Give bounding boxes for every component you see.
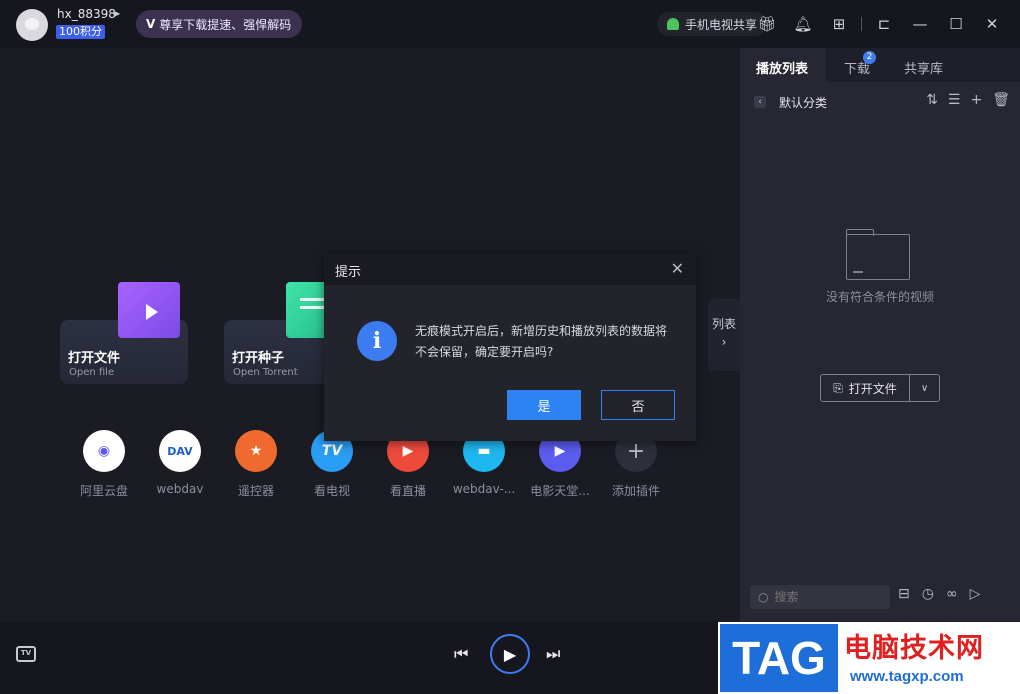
open-torrent-title: 打开种子 <box>232 351 285 366</box>
watermark-url: www.tagxp.com <box>850 668 964 685</box>
tab-shared-library[interactable]: 共享库 <box>904 58 943 77</box>
previous-icon[interactable]: ⏮ <box>454 644 468 664</box>
panel-bottom-toolbar: ⊟ ◷ ∞ ▷ <box>898 586 980 602</box>
close-icon[interactable]: ✕ <box>974 12 1010 36</box>
apps-grid-icon[interactable]: ⊞ <box>821 12 857 36</box>
empty-folder-icon <box>846 229 910 280</box>
maximize-icon[interactable]: ☐ <box>938 12 974 36</box>
plugin-label: 遥控器 <box>237 484 274 498</box>
open-file-title: 打开文件 <box>68 351 121 366</box>
incognito-icon[interactable]: ∞ <box>946 586 958 602</box>
empty-state-text: 没有符合条件的视频 <box>825 290 934 304</box>
tab-playlist[interactable]: 播放列表 <box>756 58 808 77</box>
plugin-label: 看直播 <box>389 484 426 498</box>
play-icon: ▶ <box>503 644 517 664</box>
close-icon[interactable]: ✕ <box>671 259 684 278</box>
trash-icon[interactable]: 🗑︎ <box>992 92 1010 108</box>
plugin-label: 电影天堂... <box>530 484 590 498</box>
sort-icon[interactable]: ⇅ <box>926 92 938 108</box>
vip-banner-text: 尊享下载提速、强悍解码 <box>159 17 292 32</box>
list-view-icon[interactable]: ☰ <box>948 92 961 108</box>
video-file-icon <box>118 282 180 338</box>
plugin-label: 添加插件 <box>611 484 660 498</box>
mini-mode-icon[interactable]: ⊏ <box>866 12 902 36</box>
toolbar-divider <box>861 17 862 31</box>
phone-tv-share-label: 手机电视共享 <box>685 17 758 32</box>
playlist-play-icon[interactable]: ▷ <box>970 586 981 602</box>
player-controls: TV ⏮ ▶ ⏭ <box>0 622 740 694</box>
watermark-logo: TAG <box>720 624 838 692</box>
open-file-main[interactable]: ⎘ 打开文件 <box>821 375 909 401</box>
plugin-label: 看电视 <box>313 484 350 498</box>
playlist-toggle-label: 列表 <box>711 317 736 331</box>
top-bar: hx_88398 ▶ 100积分 V 尊享下载提速、强悍解码 手机电视共享 🎁︎… <box>0 0 1020 48</box>
dialog-message: 无痕模式开启后，新增历史和播放列表的数据将不会保留，确定要开启吗? <box>415 324 668 359</box>
watermark: TAG 电脑技术网 www.tagxp.com <box>718 622 1020 694</box>
window-controls: 🎁︎ 🔔︎ ⊞ ⊏ — ☐ ✕ <box>749 12 1010 36</box>
vip-banner[interactable]: V 尊享下载提速、强悍解码 <box>136 10 302 38</box>
plugin-remote[interactable]: ★ 遥控器 <box>222 430 290 499</box>
next-icon[interactable]: ⏭ <box>546 644 560 664</box>
points-badge: 100积分 <box>56 25 105 39</box>
open-file-card[interactable]: 打开文件 Open file <box>60 282 188 384</box>
chevron-right-icon: › <box>721 335 727 349</box>
star-icon: ★ <box>235 430 277 472</box>
webdav-icon: DAV <box>159 430 201 472</box>
panel-tabs: 播放列表 下载 2 共享库 <box>740 48 1020 82</box>
open-file-subtitle: Open file <box>69 367 115 378</box>
plugin-label: 阿里云盘 <box>79 484 128 498</box>
user-menu-caret-icon[interactable]: ▶ <box>114 9 120 18</box>
dialog-header: 提示 ✕ <box>324 253 696 285</box>
aliyun-icon: ◉ <box>83 430 125 472</box>
info-icon: i <box>357 321 397 361</box>
download-count-badge: 2 <box>863 51 876 64</box>
bell-icon[interactable]: 🔔︎ <box>785 12 821 36</box>
playlist-toggle[interactable]: 列表 › <box>708 299 740 371</box>
open-file-icon: ⎘ <box>833 380 843 395</box>
play-button[interactable]: ▶ <box>490 634 530 674</box>
confirm-yes-button[interactable]: 是 <box>507 390 581 420</box>
back-icon[interactable]: ‹ <box>754 96 766 108</box>
vip-icon: V <box>146 17 156 31</box>
confirm-dialog: 提示 ✕ i 无痕模式开启后，新增历史和播放列表的数据将不会保留，确定要开启吗?… <box>324 253 696 441</box>
playlist-panel: 播放列表 下载 2 共享库 ‹ 默认分类 ⇅ ☰ + 🗑︎ 没有符合条件的视频 … <box>740 48 1020 694</box>
plugin-aliyun[interactable]: ◉ 阿里云盘 <box>70 430 138 499</box>
watermark-site-name: 电脑技术网 <box>844 633 984 664</box>
search-icon: ○ <box>758 590 769 604</box>
category-title: 默认分类 <box>779 96 828 110</box>
avatar[interactable] <box>16 9 48 41</box>
gift-icon[interactable]: 🎁︎ <box>749 12 785 36</box>
open-torrent-subtitle: Open Torrent <box>233 367 298 378</box>
plugin-webdav[interactable]: DAV webdav <box>146 430 214 496</box>
tv-cast-icon[interactable]: TV <box>16 646 36 662</box>
minimize-icon[interactable]: — <box>902 12 938 36</box>
confirm-no-button[interactable]: 否 <box>601 390 675 420</box>
plugin-label: webdav <box>156 482 204 496</box>
history-icon[interactable]: ◷ <box>922 586 934 602</box>
open-file-label: 打开文件 <box>848 381 897 396</box>
search-input[interactable] <box>774 590 875 604</box>
lock-icon[interactable]: ⊟ <box>898 586 910 602</box>
open-file-button[interactable]: ⎘ 打开文件 ∨ <box>820 374 940 402</box>
chevron-down-icon[interactable]: ∨ <box>909 375 939 401</box>
add-icon[interactable]: + <box>970 92 982 108</box>
dialog-title: 提示 <box>335 265 362 280</box>
username[interactable]: hx_88398 <box>57 7 116 21</box>
category-toolbar: ⇅ ☰ + 🗑︎ <box>926 92 1010 108</box>
plugin-label: webdav-... <box>452 482 516 496</box>
android-icon <box>667 18 679 30</box>
playlist-search[interactable]: ○ <box>750 585 890 609</box>
